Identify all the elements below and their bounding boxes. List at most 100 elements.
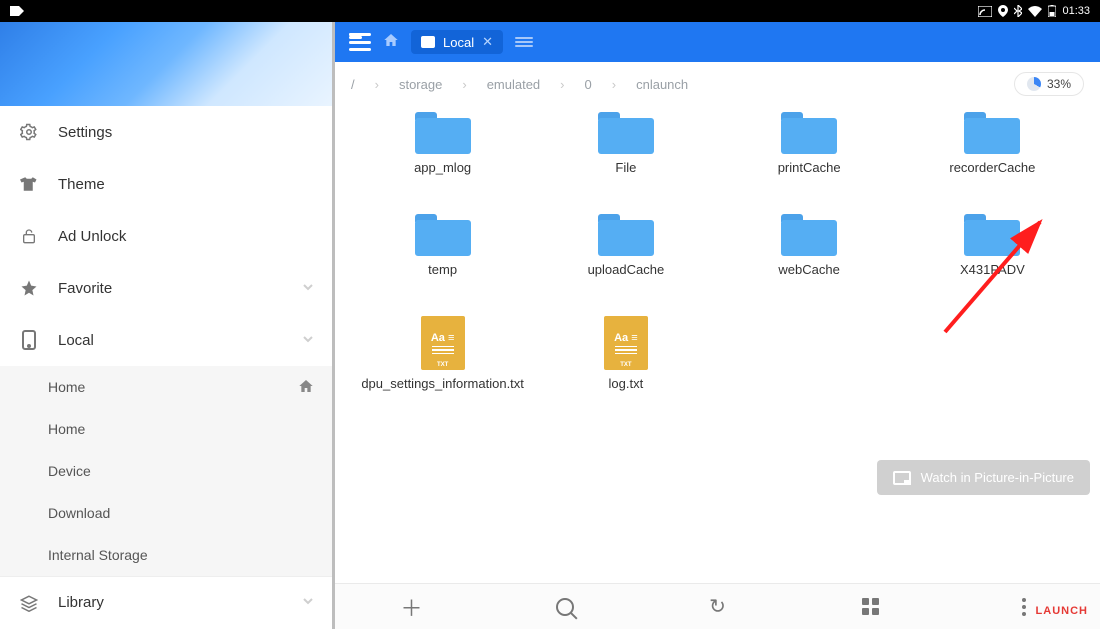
file-label: printCache	[778, 160, 841, 175]
bottom-toolbar: ＋ ↻	[335, 583, 1100, 629]
sidebar-sub-label: Home	[48, 421, 85, 437]
sidebar-sub-internal-storage[interactable]: Internal Storage	[0, 534, 332, 576]
grid-icon	[862, 598, 879, 615]
folder-icon	[781, 214, 837, 256]
sidebar-local-children: Home Home Device Download Internal Stora…	[0, 366, 332, 576]
crumb-emulated[interactable]: emulated	[487, 77, 540, 92]
file-label: recorderCache	[949, 160, 1035, 175]
crumb-0[interactable]: 0	[585, 77, 592, 92]
location-icon	[998, 5, 1008, 17]
view-grid-button[interactable]	[849, 591, 893, 623]
file-grid: app_mlog File printCache recorderCache t…	[335, 102, 1100, 583]
sidebar-item-theme[interactable]: Theme	[0, 158, 332, 210]
main-pane: Local ✕ / › storage › emulated › 0 › cnl…	[335, 22, 1100, 629]
chevron-down-icon	[302, 280, 314, 297]
chevron-right-icon: ›	[462, 77, 466, 92]
sidebar-sub-label: Internal Storage	[48, 547, 148, 563]
bluetooth-icon	[1014, 5, 1022, 17]
chevron-right-icon: ›	[612, 77, 616, 92]
file-log-txt[interactable]: Aa ≡TXT log.txt	[534, 316, 717, 416]
storage-percent: 33%	[1047, 77, 1071, 91]
close-icon[interactable]: ✕	[482, 34, 493, 50]
sidebar-item-label: Settings	[58, 124, 112, 141]
sidebar-sub-device[interactable]: Device	[0, 450, 332, 492]
folder-webcache[interactable]: webCache	[718, 214, 901, 314]
sidebar-sub-label: Download	[48, 505, 110, 521]
search-button[interactable]	[543, 591, 587, 623]
folder-file[interactable]: File	[534, 112, 717, 212]
folder-icon	[415, 112, 471, 154]
home-icon[interactable]	[383, 32, 399, 53]
folder-temp[interactable]: temp	[351, 214, 534, 314]
tab-local[interactable]: Local ✕	[411, 30, 503, 54]
file-label: File	[615, 160, 636, 175]
folder-app-mlog[interactable]: app_mlog	[351, 112, 534, 212]
add-button[interactable]: ＋	[390, 591, 434, 623]
crumb-cnlaunch[interactable]: cnlaunch	[636, 77, 688, 92]
tabs-overflow-icon[interactable]	[515, 37, 533, 47]
sdcard-icon	[421, 36, 435, 48]
sidebar-sub-home[interactable]: Home	[0, 366, 332, 408]
sidebar-item-favorite[interactable]: Favorite	[0, 262, 332, 314]
sidebar-item-ad-unlock[interactable]: Ad Unlock	[0, 210, 332, 262]
star-icon	[18, 279, 40, 297]
file-label: dpu_settings_information.txt	[361, 376, 524, 391]
chevron-right-icon: ›	[560, 77, 564, 92]
menu-button[interactable]	[349, 33, 371, 51]
wifi-icon	[1028, 6, 1042, 17]
folder-x431padv[interactable]: X431PADV	[901, 214, 1084, 314]
folder-recordercache[interactable]: recorderCache	[901, 112, 1084, 212]
folder-printcache[interactable]: printCache	[718, 112, 901, 212]
sidebar-sub-label: Home	[48, 379, 85, 395]
battery-icon	[1048, 5, 1056, 17]
refresh-button[interactable]: ↻	[696, 591, 740, 623]
sidebar-sub-home-2[interactable]: Home	[0, 408, 332, 450]
file-label: temp	[428, 262, 457, 277]
sidebar-banner	[0, 22, 332, 106]
search-icon	[556, 598, 574, 616]
top-toolbar: Local ✕	[335, 22, 1100, 62]
brand-watermark: LAUNCH	[1036, 605, 1088, 617]
device-icon	[18, 330, 40, 350]
breadcrumb: / › storage › emulated › 0 › cnlaunch	[351, 77, 688, 92]
folder-icon	[964, 214, 1020, 256]
sidebar-item-label: Theme	[58, 176, 105, 193]
pip-overlay[interactable]: Watch in Picture-in-Picture	[877, 460, 1090, 495]
plus-icon: ＋	[400, 591, 422, 623]
file-label: app_mlog	[414, 160, 471, 175]
home-icon	[298, 378, 314, 397]
folder-icon	[781, 112, 837, 154]
file-dpu-settings[interactable]: Aa ≡TXT dpu_settings_information.txt	[351, 316, 534, 416]
file-label: X431PADV	[960, 262, 1025, 277]
folder-icon	[598, 112, 654, 154]
shirt-icon	[18, 175, 40, 193]
more-vert-icon	[1022, 598, 1026, 616]
folder-icon	[598, 214, 654, 256]
pie-icon	[1027, 77, 1041, 91]
pip-label: Watch in Picture-in-Picture	[921, 470, 1074, 485]
tag-icon	[10, 6, 24, 16]
refresh-icon: ↻	[709, 594, 726, 619]
sidebar-item-library[interactable]: Library	[0, 576, 332, 628]
storage-usage-badge[interactable]: 33%	[1014, 72, 1084, 96]
sidebar-sub-label: Device	[48, 463, 91, 479]
txt-file-icon: Aa ≡TXT	[604, 316, 648, 370]
folder-icon	[964, 112, 1020, 154]
file-label: webCache	[778, 262, 839, 277]
chevron-down-icon	[302, 594, 314, 611]
txt-file-icon: Aa ≡TXT	[421, 316, 465, 370]
file-label: uploadCache	[588, 262, 665, 277]
stack-icon	[18, 594, 40, 612]
android-status-bar: 01:33	[0, 0, 1100, 22]
sidebar-sub-download[interactable]: Download	[0, 492, 332, 534]
crumb-root[interactable]: /	[351, 77, 355, 92]
folder-uploadcache[interactable]: uploadCache	[534, 214, 717, 314]
pip-icon	[893, 471, 911, 485]
crumb-storage[interactable]: storage	[399, 77, 442, 92]
sidebar-item-label: Ad Unlock	[58, 228, 126, 245]
sidebar-item-settings[interactable]: Settings	[0, 106, 332, 158]
sidebar-item-local[interactable]: Local	[0, 314, 332, 366]
status-time: 01:33	[1062, 5, 1090, 17]
sidebar-item-label: Local	[58, 332, 94, 349]
cast-icon	[978, 6, 992, 17]
